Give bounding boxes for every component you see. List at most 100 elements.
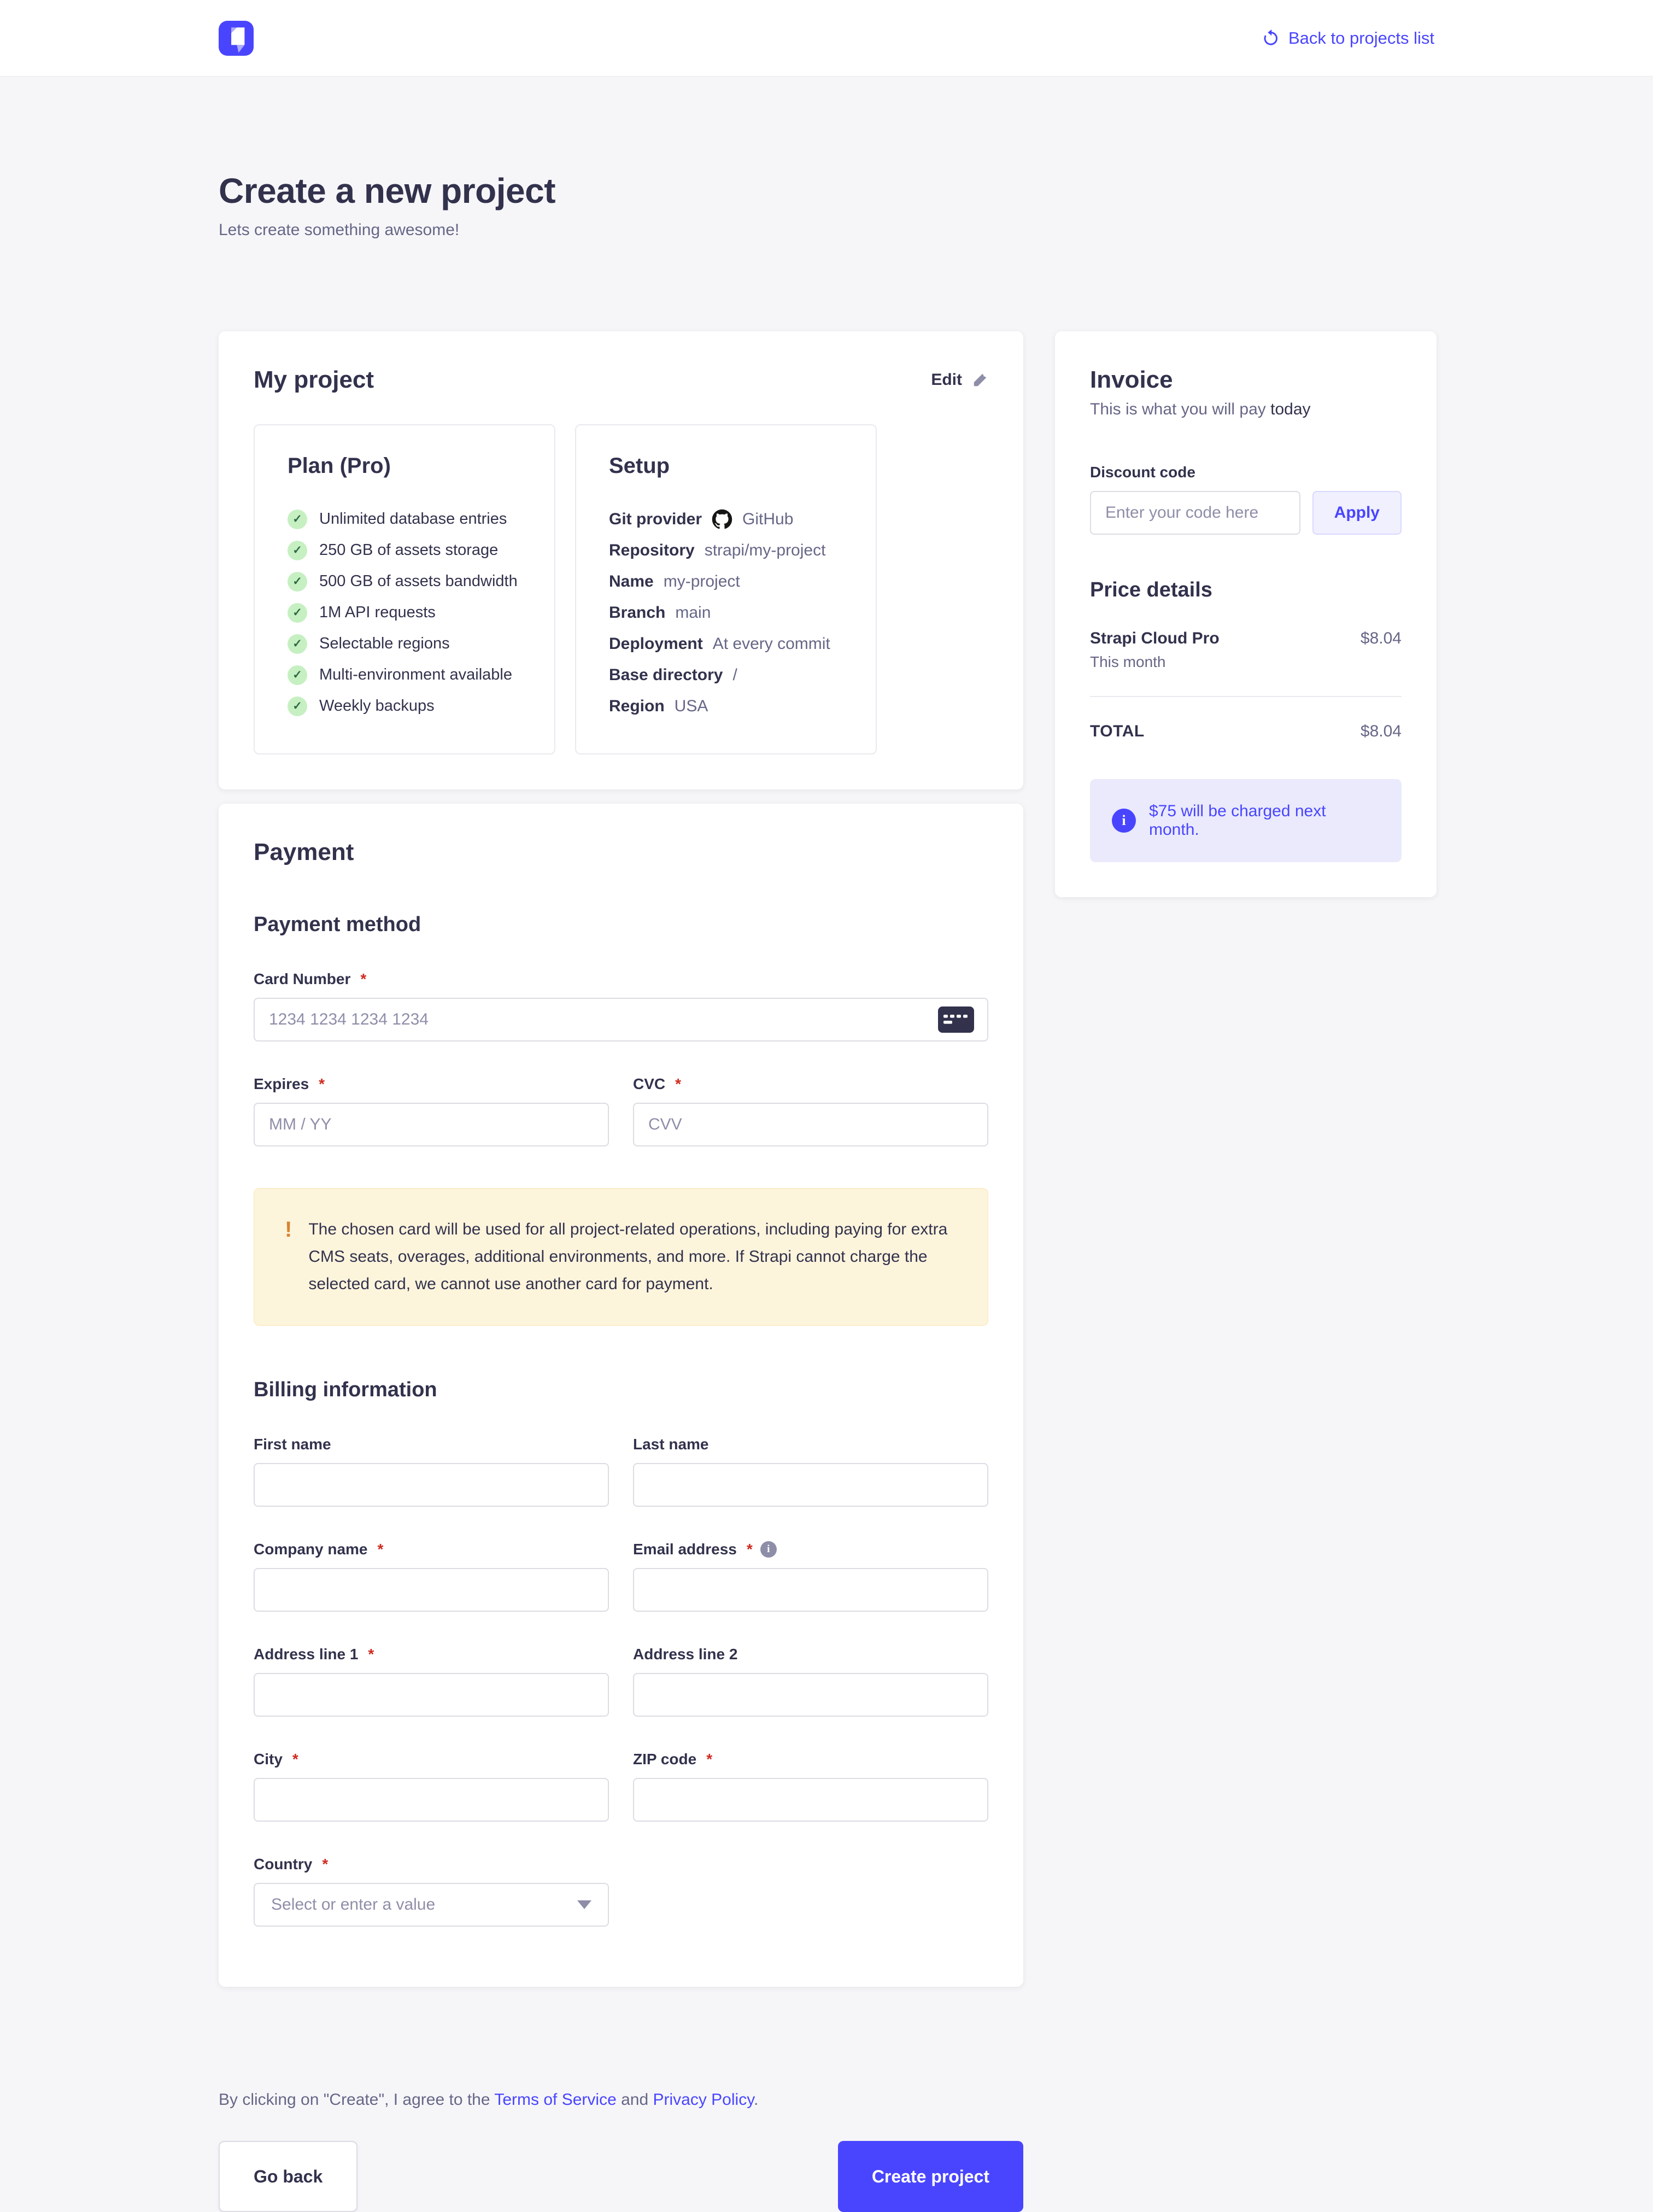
setup-rows: Git provider GitHub Repositorystrapi/my-… — [609, 504, 843, 722]
last-name-field: Last name — [633, 1436, 988, 1507]
city-input[interactable] — [254, 1778, 609, 1822]
footer-actions: Go back Create project — [219, 2141, 1023, 2212]
price-details-title: Price details — [1090, 578, 1402, 602]
divider — [1090, 696, 1402, 697]
create-project-button[interactable]: Create project — [838, 2141, 1023, 2212]
line-item-name: Strapi Cloud Pro — [1090, 629, 1220, 648]
first-name-label: First name — [254, 1436, 331, 1453]
address-line-2-input[interactable] — [633, 1673, 988, 1717]
email-info-icon[interactable]: i — [760, 1541, 777, 1558]
company-name-field: Company name * — [254, 1541, 609, 1612]
address-line-2-field: Address line 2 — [633, 1646, 988, 1717]
total-row: TOTAL $8.04 — [1090, 722, 1402, 741]
edit-label: Edit — [931, 371, 962, 389]
invoice-subtitle: This is what you will pay today — [1090, 400, 1402, 419]
next-month-notice: i $75 will be charged next month. — [1090, 779, 1402, 862]
setup-box: Setup Git provider GitHub Repositorystra… — [575, 424, 877, 754]
payment-title: Payment — [254, 839, 988, 866]
terms-text: By clicking on "Create", I agree to the … — [219, 2091, 1023, 2109]
my-project-title: My project — [254, 366, 374, 394]
plan-feature: ✓Unlimited database entries — [288, 504, 521, 535]
line-item-amount: $8.04 — [1361, 629, 1402, 648]
my-project-card: My project Edit Plan (Pro) ✓Unl — [219, 331, 1023, 789]
company-name-label: Company name — [254, 1541, 368, 1558]
country-select[interactable]: Select or enter a value — [254, 1883, 609, 1927]
invoice-title: Invoice — [1090, 366, 1402, 394]
total-amount: $8.04 — [1361, 722, 1402, 741]
notice-text: $75 will be charged next month. — [1149, 802, 1380, 839]
info-icon: i — [1112, 809, 1136, 833]
required-marker: * — [322, 1856, 328, 1873]
company-name-input[interactable] — [254, 1568, 609, 1612]
expires-label: Expires — [254, 1075, 309, 1093]
card-number-field: Card Number * — [254, 970, 988, 1041]
country-field: Country* Select or enter a value — [254, 1856, 609, 1927]
check-icon: ✓ — [288, 510, 307, 529]
plan-feature: ✓Selectable regions — [288, 628, 521, 659]
city-field: City* — [254, 1751, 609, 1822]
email-field: Email address * i — [633, 1541, 988, 1612]
last-name-label: Last name — [633, 1436, 709, 1453]
required-marker: * — [706, 1751, 712, 1768]
card-usage-warning: ! The chosen card will be used for all p… — [254, 1188, 988, 1326]
plan-feature: ✓Weekly backups — [288, 690, 521, 722]
back-to-projects-link[interactable]: Back to projects list — [1261, 28, 1434, 48]
discount-code-input[interactable] — [1090, 491, 1300, 535]
apply-discount-button[interactable]: Apply — [1312, 491, 1402, 535]
check-icon: ✓ — [288, 572, 307, 592]
plan-box: Plan (Pro) ✓Unlimited database entries ✓… — [254, 424, 555, 754]
terms-of-service-link[interactable]: Terms of Service — [494, 2091, 616, 2109]
pencil-icon — [972, 372, 988, 388]
email-label: Email address — [633, 1541, 737, 1558]
address-line-2-label: Address line 2 — [633, 1646, 737, 1663]
cvc-field: CVC* — [633, 1075, 988, 1146]
warning-text: The chosen card will be used for all pro… — [308, 1216, 957, 1298]
page-header: Create a new project Lets create somethi… — [219, 171, 1437, 239]
setup-row-git-provider: Git provider GitHub — [609, 504, 843, 535]
setup-row-name: Namemy-project — [609, 566, 843, 597]
expires-input[interactable] — [254, 1103, 609, 1146]
address-line-1-input[interactable] — [254, 1673, 609, 1717]
required-marker: * — [675, 1075, 681, 1093]
zip-code-input[interactable] — [633, 1778, 988, 1822]
invoice-card: Invoice This is what you will pay today … — [1055, 331, 1437, 897]
strapi-logo-icon[interactable] — [219, 21, 254, 56]
email-input[interactable] — [633, 1568, 988, 1612]
city-label: City — [254, 1751, 283, 1768]
required-marker: * — [360, 970, 366, 988]
payment-card: Payment Payment method Card Number* — [219, 804, 1023, 1987]
github-icon — [712, 509, 732, 530]
go-back-button[interactable]: Go back — [219, 2141, 357, 2212]
plan-feature: ✓1M API requests — [288, 597, 521, 628]
card-number-label: Card Number — [254, 970, 350, 988]
warning-icon: ! — [285, 1216, 292, 1243]
plan-feature-list: ✓Unlimited database entries ✓250 GB of a… — [288, 504, 521, 722]
billing-information-title: Billing information — [254, 1378, 988, 1402]
price-line-item: Strapi Cloud Pro $8.04 — [1090, 629, 1402, 648]
setup-row-deployment: DeploymentAt every commit — [609, 628, 843, 659]
page-subtitle: Lets create something awesome! — [219, 221, 1437, 239]
first-name-input[interactable] — [254, 1463, 609, 1507]
country-select-placeholder: Select or enter a value — [271, 1895, 435, 1914]
card-number-input[interactable] — [254, 998, 988, 1041]
plan-feature: ✓500 GB of assets bandwidth — [288, 566, 521, 597]
back-label: Back to projects list — [1288, 28, 1434, 48]
cvc-input[interactable] — [633, 1103, 988, 1146]
expires-field: Expires* — [254, 1075, 609, 1146]
setup-title: Setup — [609, 454, 843, 478]
line-item-period: This month — [1090, 653, 1402, 671]
plan-feature: ✓250 GB of assets storage — [288, 535, 521, 566]
required-marker: * — [378, 1541, 384, 1558]
zip-code-field: ZIP code * — [633, 1751, 988, 1822]
setup-row-branch: Branchmain — [609, 597, 843, 628]
chevron-down-icon — [577, 1900, 591, 1909]
check-icon: ✓ — [288, 697, 307, 716]
privacy-policy-link[interactable]: Privacy Policy — [653, 2091, 753, 2109]
zip-code-label: ZIP code — [633, 1751, 696, 1768]
last-name-input[interactable] — [633, 1463, 988, 1507]
check-icon: ✓ — [288, 541, 307, 560]
plan-feature: ✓Multi-environment available — [288, 659, 521, 690]
edit-project-button[interactable]: Edit — [931, 371, 988, 389]
back-arrow-icon — [1261, 29, 1280, 48]
required-marker: * — [747, 1541, 753, 1558]
